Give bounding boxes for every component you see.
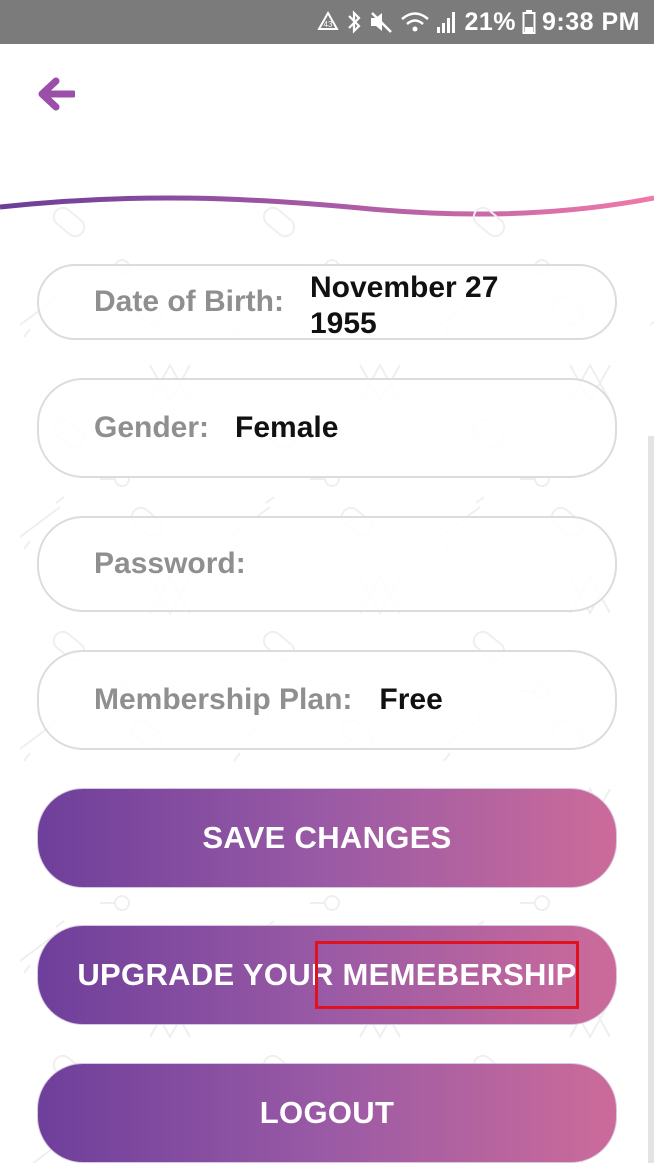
- mute-icon: [368, 8, 394, 36]
- membership-plan-field[interactable]: Membership Plan: Free: [37, 650, 617, 750]
- bluetooth-icon: [346, 8, 362, 36]
- password-field[interactable]: Password:: [37, 516, 617, 612]
- upgrade-membership-button[interactable]: UPGRADE YOUR MEMEBERSHIP: [37, 925, 617, 1025]
- date-of-birth-field[interactable]: Date of Birth: November 27 1955: [37, 264, 617, 340]
- back-button[interactable]: [34, 74, 78, 114]
- save-changes-button[interactable]: SAVE CHANGES: [37, 788, 617, 888]
- scrollbar[interactable]: [648, 436, 654, 1163]
- membership-plan-label: Membership Plan:: [94, 683, 353, 716]
- date-of-birth-label: Date of Birth:: [94, 285, 284, 318]
- gender-field[interactable]: Gender: Female: [37, 378, 617, 478]
- status-bar: 43 21% 9:38 PM: [0, 0, 654, 44]
- battery-percent: 21%: [464, 7, 517, 36]
- gender-value: Female: [235, 411, 339, 444]
- gender-label: Gender:: [94, 411, 210, 444]
- svg-text:43: 43: [324, 20, 333, 29]
- arrow-left-icon: [38, 77, 75, 111]
- signal-icon: [436, 8, 458, 36]
- status-time: 9:38 PM: [542, 7, 640, 36]
- logout-button[interactable]: LOGOUT: [37, 1063, 617, 1163]
- date-of-birth-value: November 27 1955: [310, 271, 499, 340]
- membership-plan-value: Free: [379, 683, 443, 716]
- password-label: Password:: [94, 547, 246, 580]
- battery-icon: [522, 8, 536, 36]
- wifi-icon: [400, 8, 430, 36]
- profile-screen: 43 21% 9:38 PM Date of Birth: November 2…: [0, 0, 654, 1163]
- sync-icon: 43: [316, 8, 340, 36]
